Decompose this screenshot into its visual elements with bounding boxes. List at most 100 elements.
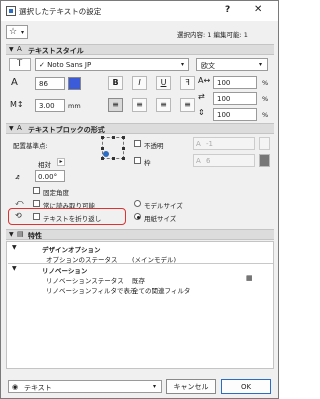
anchor-point[interactable]	[122, 157, 125, 160]
height-input[interactable]: 3.00	[35, 99, 65, 112]
group-name: デザインオプション	[42, 246, 101, 254]
paper-size-label: 用紙サイズ	[144, 215, 177, 223]
align-justify-button[interactable]: ≡	[180, 98, 195, 112]
cancel-button[interactable]: キャンセル	[166, 379, 216, 394]
angle-value: 0.00°	[38, 173, 58, 181]
frame-label: 枠	[144, 159, 151, 167]
frame-color-swatch[interactable]	[259, 154, 270, 167]
font-dropdown[interactable]: ✓ Noto Sans JP ▾	[35, 58, 189, 71]
collapse-arrow-icon: ▼	[9, 231, 14, 238]
title-bar: 選択したテキストの設定 ? ✕	[1, 1, 278, 21]
size-input[interactable]: 86	[35, 77, 65, 90]
font-type-icon: Ꭲ	[9, 58, 31, 71]
italic-button[interactable]: I	[132, 76, 147, 90]
model-size-radio[interactable]	[134, 200, 141, 207]
section-text-style[interactable]: ▼ A テキストスタイル	[6, 44, 274, 55]
anchor-point[interactable]	[101, 157, 104, 160]
pen-icon: A	[196, 140, 201, 148]
section-text-block[interactable]: ▼ A テキストブロックの形式	[6, 123, 274, 134]
help-button[interactable]: ?	[225, 5, 230, 15]
spacing-input[interactable]: 100	[213, 92, 257, 105]
row-divider	[8, 263, 273, 264]
selected-anchor-point[interactable]	[103, 151, 109, 157]
favorites-button[interactable]: ☆ ▾	[6, 25, 28, 39]
angle-icon: ⦨	[15, 172, 20, 181]
chevron-down-icon: ▾	[21, 29, 25, 36]
width-value: 100	[217, 79, 231, 87]
percent-label: %	[262, 79, 269, 87]
relative-dropdown[interactable]: ▸	[57, 158, 65, 166]
width-input[interactable]: 100	[213, 76, 257, 89]
group-name: リノベーション	[42, 267, 88, 275]
align-left-button[interactable]: ≡	[108, 98, 123, 112]
chevron-down-icon: ▾	[259, 61, 263, 68]
star-icon: ☆	[9, 27, 18, 37]
relative-label: 相対	[38, 161, 51, 169]
size-value: 86	[39, 80, 48, 88]
angle-input[interactable]: 0.00°	[35, 170, 65, 182]
renovation-pattern-icon: ▦	[246, 274, 253, 282]
script-value: 欧文	[201, 62, 215, 70]
collapse-arrow-icon: ▼	[9, 125, 14, 132]
text-settings-dialog: 選択したテキストの設定 ? ✕ ☆ ▾ 選択内容: 1 編集可能: 1 ▼ A …	[0, 0, 279, 399]
properties-tree: ▼ デザインオプション オプションのステータス (メインモデル) ▼ リノベーシ…	[6, 241, 274, 369]
line-value: 100	[217, 111, 231, 119]
section-properties[interactable]: ▼ ▤ 特性	[6, 229, 274, 240]
text-size-icon: A	[11, 77, 18, 88]
fixed-angle-label: 固定角度	[43, 189, 69, 197]
property-key: リノベーションフィルタで表示	[46, 287, 137, 295]
opaque-pen-input[interactable]: A -1	[193, 137, 255, 150]
opaque-color-swatch[interactable]	[259, 137, 270, 150]
ok-button[interactable]: OK	[221, 379, 271, 394]
bold-button[interactable]: B	[108, 76, 123, 90]
collapse-arrow-icon[interactable]: ▼	[12, 265, 17, 272]
close-button[interactable]: ✕	[254, 4, 262, 15]
text-style-icon: A	[17, 45, 22, 53]
anchor-point[interactable]	[101, 136, 104, 139]
model-size-label: モデルサイズ	[144, 202, 183, 210]
percent-label: %	[262, 95, 269, 103]
align-center-button[interactable]: ≡	[132, 98, 147, 112]
pen-icon: A	[196, 157, 201, 165]
section-title: 特性	[28, 232, 42, 240]
height-unit: mm	[68, 102, 81, 110]
section-title: テキストスタイル	[28, 47, 84, 55]
line-spacing-input[interactable]: 100	[213, 108, 257, 121]
script-dropdown[interactable]: 欧文 ▾	[196, 58, 268, 71]
app-icon	[6, 6, 16, 16]
frame-pen-input[interactable]: A 6	[193, 154, 255, 167]
layer-dropdown[interactable]: ◉ テキスト ▾	[8, 380, 162, 393]
section-title: テキストブロックの形式	[28, 126, 105, 134]
pen-color-swatch[interactable]	[68, 77, 81, 90]
anchor-point[interactable]	[112, 157, 115, 160]
strikeout-button[interactable]: ꟻ	[180, 76, 195, 90]
opaque-label: 不透明	[144, 142, 164, 150]
anchor-point[interactable]	[122, 147, 125, 150]
wrap-text-checkbox[interactable]	[33, 213, 40, 220]
layer-value: テキスト	[24, 384, 52, 392]
wrap-text-icon: ⟲	[15, 211, 22, 220]
properties-icon: ▤	[17, 230, 24, 238]
anchor-point[interactable]	[112, 136, 115, 139]
spacing-value: 100	[217, 95, 231, 103]
percent-label: %	[262, 111, 269, 119]
anchor-point[interactable]	[101, 147, 104, 150]
paper-size-radio[interactable]	[134, 213, 141, 220]
always-readable-checkbox[interactable]	[33, 200, 40, 207]
readable-icon: ⤺	[15, 198, 24, 207]
frame-checkbox[interactable]	[134, 157, 141, 164]
wrap-text-label: テキストを折り返し	[43, 215, 102, 223]
property-value[interactable]: 既存	[132, 275, 145, 285]
align-right-button[interactable]: ≡	[156, 98, 171, 112]
underline-button[interactable]: U	[156, 76, 171, 90]
fixed-angle-checkbox[interactable]	[33, 187, 40, 194]
line-spacing-icon: ⇕	[198, 108, 205, 117]
height-value: 3.00	[39, 102, 55, 110]
collapse-arrow-icon[interactable]: ▼	[12, 244, 17, 251]
width-factor-icon: A↔	[198, 76, 211, 85]
collapse-arrow-icon: ▼	[9, 46, 14, 53]
text-block-icon: A	[17, 124, 22, 132]
anchor-point[interactable]	[122, 136, 125, 139]
property-value[interactable]: 全ての関連フィルタ	[132, 285, 190, 295]
opaque-checkbox[interactable]	[134, 140, 141, 147]
